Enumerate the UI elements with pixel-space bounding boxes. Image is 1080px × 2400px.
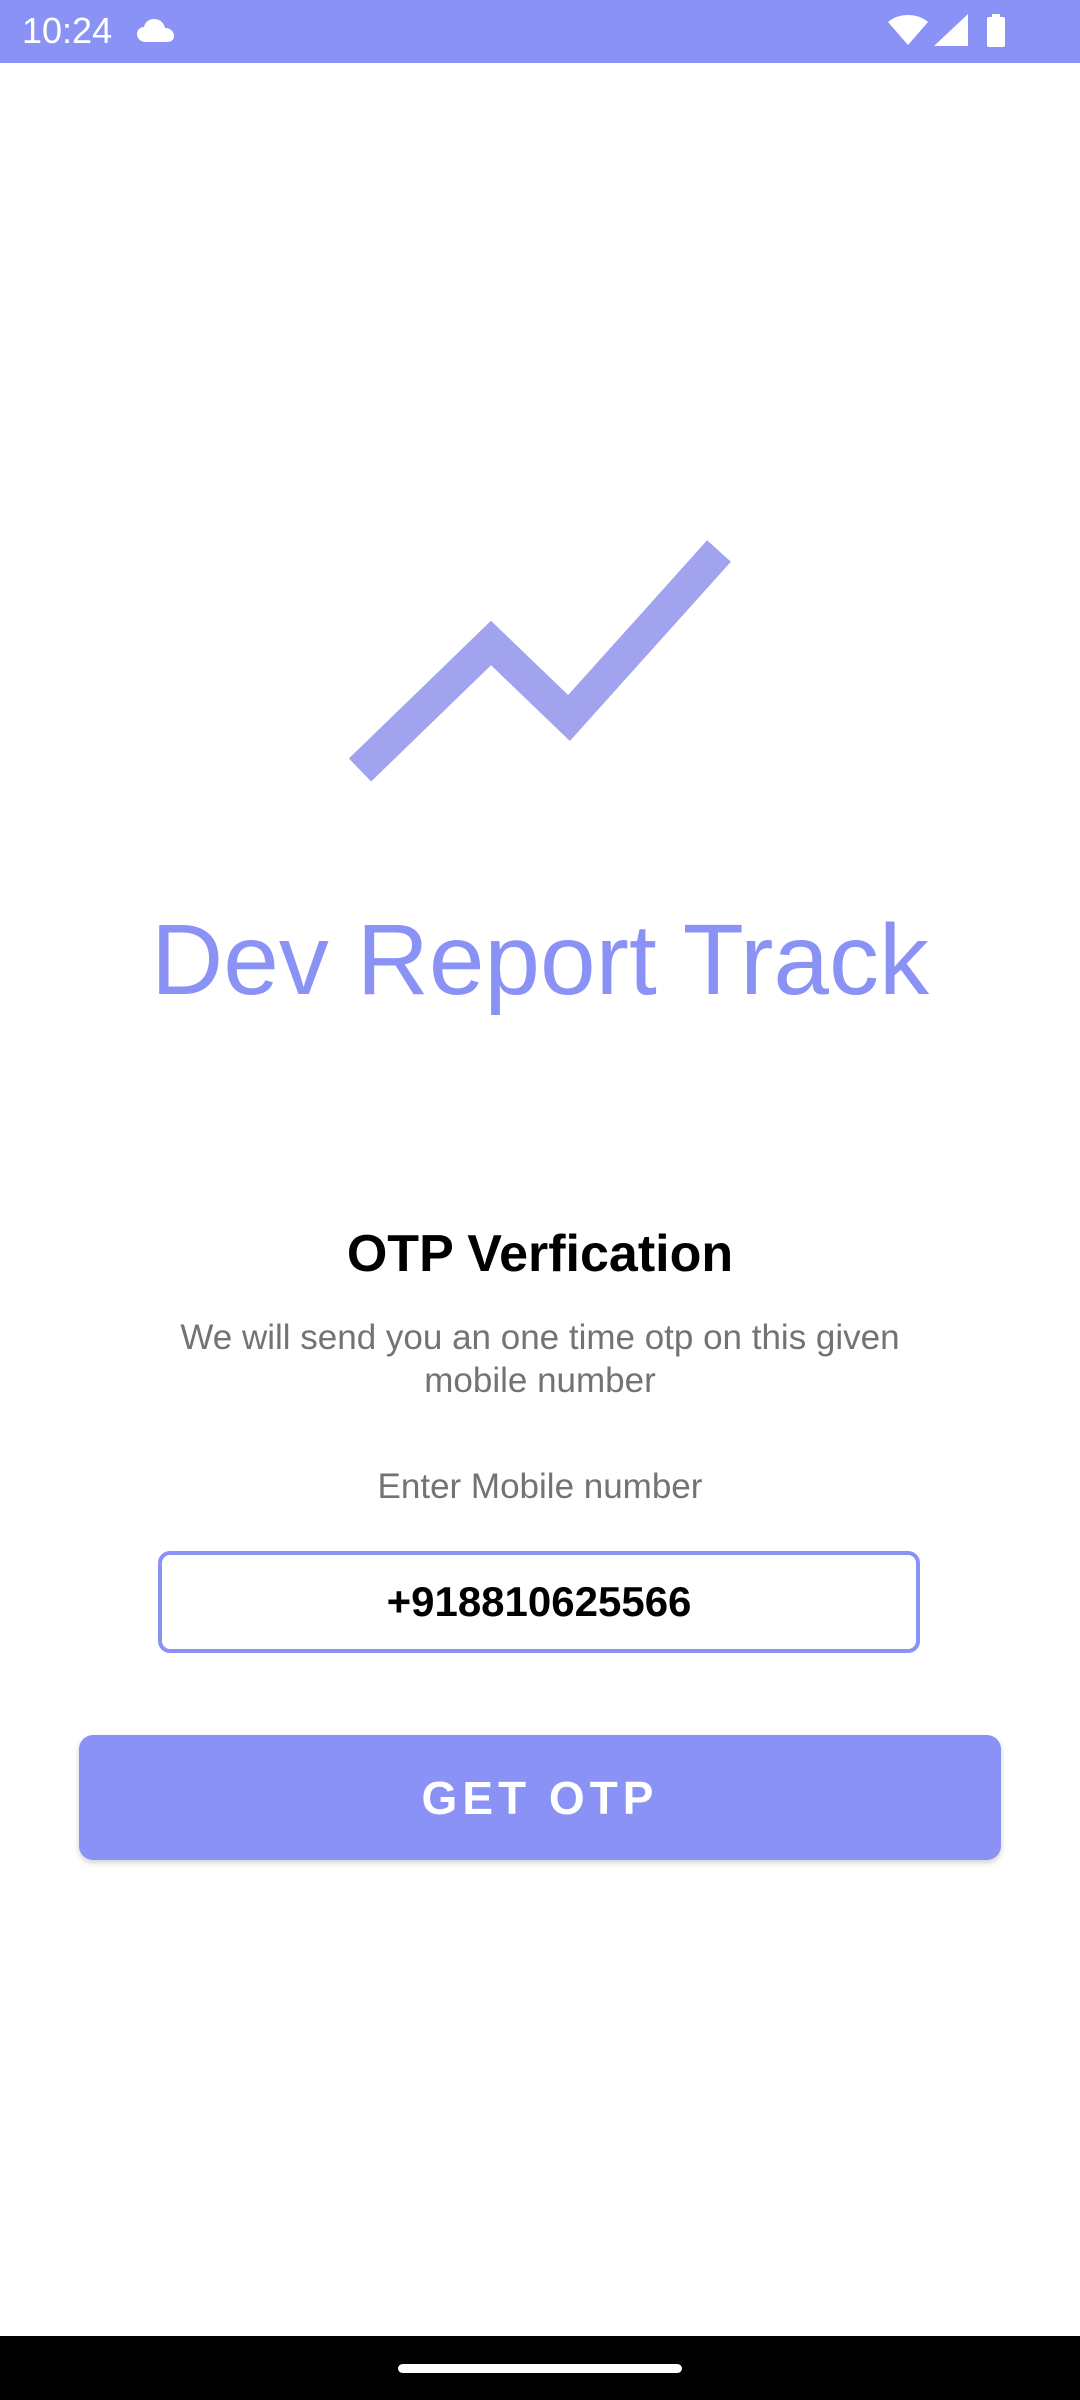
battery-icon [987, 14, 1005, 47]
wifi-icon [888, 15, 928, 45]
otp-verification-heading: OTP Verfication [346, 1225, 734, 1283]
cloud-icon [137, 19, 174, 42]
mobile-field-label: Enter Mobile number [377, 1467, 703, 1506]
home-indicator[interactable] [398, 2364, 682, 2373]
navigation-bar [0, 2336, 1080, 2400]
status-bar: 10:24 [0, 0, 1080, 63]
get-otp-button[interactable]: GET OTP [79, 1735, 1001, 1860]
app-title: Dev Report Track [150, 904, 930, 1016]
otp-description: We will send you an one time otp on this… [180, 1318, 900, 1400]
signal-icon [934, 14, 968, 46]
status-time: 10:24 [22, 10, 113, 51]
mobile-number-input[interactable] [158, 1551, 920, 1653]
otp-verification-screen: 10:24 Dev Report Track OTP Verfication W… [0, 0, 1080, 2400]
trend-line-icon [348, 540, 731, 782]
